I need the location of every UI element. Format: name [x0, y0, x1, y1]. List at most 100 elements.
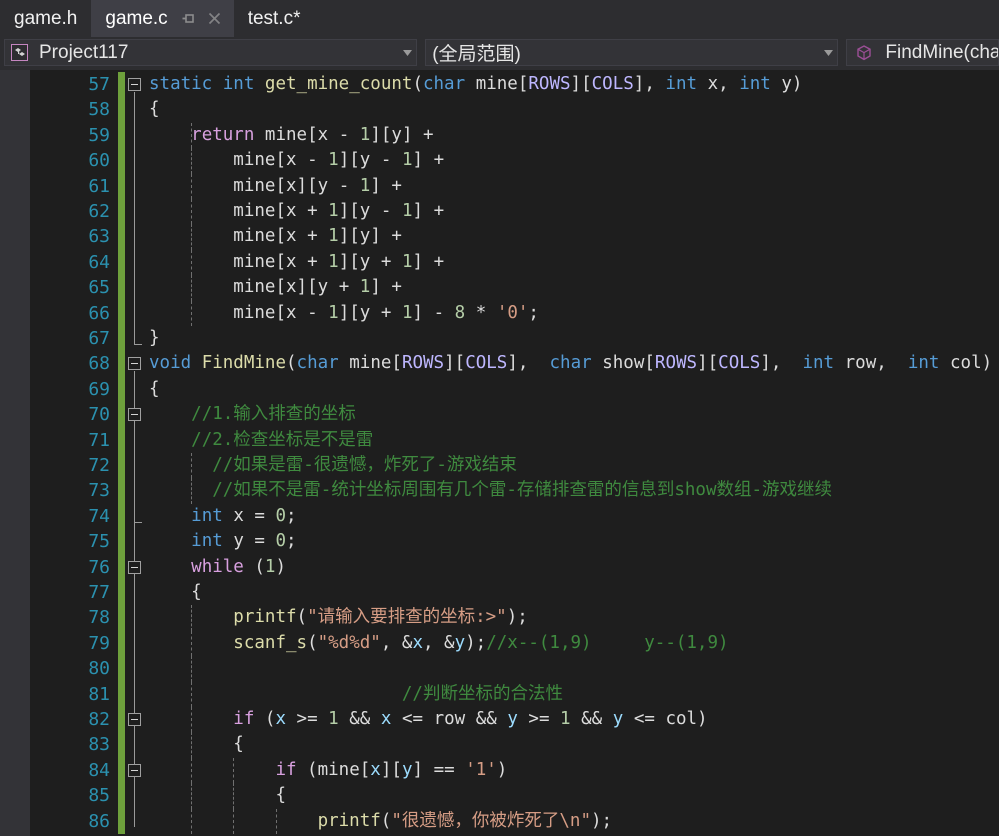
chevron-down-icon[interactable] — [398, 49, 416, 56]
project-dropdown[interactable]: Project117 — [4, 39, 418, 66]
code-token: ( — [412, 74, 423, 94]
code-token: - — [328, 124, 360, 145]
chevron-down-icon[interactable] — [819, 49, 837, 56]
code-line[interactable]: //如果是雷-很遗憾，炸死了-游戏结束 — [149, 453, 517, 478]
code-line[interactable]: scanf_s("%d%d", &x, &y);//x--(1,9) y--(1… — [149, 631, 728, 656]
code-token: ] — [380, 759, 392, 780]
code-line[interactable]: if (x >= 1 && x <= row && y >= 1 && y <=… — [149, 707, 707, 732]
code-line[interactable]: } — [149, 326, 160, 351]
code-token: //2.检查坐标是不是雷 — [191, 429, 374, 450]
code-line[interactable]: printf("请输入要排查的坐标:>"); — [149, 605, 528, 630]
indent-guide — [191, 275, 193, 301]
collapse-region-toggle[interactable] — [128, 560, 141, 574]
code-token: - — [370, 150, 402, 171]
change-bar-segment — [118, 478, 125, 504]
change-bar-segment — [118, 249, 125, 276]
collapse-region-toggle[interactable] — [128, 408, 141, 422]
code-token: x — [286, 277, 297, 298]
close-icon[interactable] — [207, 11, 222, 26]
code-token: '0' — [496, 302, 529, 323]
member-dropdown[interactable]: FindMine(cha — [846, 39, 999, 66]
code-token: int — [191, 505, 223, 526]
code-text-area[interactable]: static int get_mine_count(char mine[ROWS… — [149, 70, 999, 836]
collapse-region-toggle[interactable] — [128, 763, 141, 777]
code-token: "%d%d" — [317, 632, 381, 653]
code-line[interactable]: mine[x][y + 1] + — [149, 275, 413, 300]
code-token: && — [465, 709, 508, 729]
code-token: y — [317, 277, 329, 298]
code-token: mine — [233, 302, 276, 323]
code-token: + — [370, 302, 402, 323]
document-tab-game-h[interactable]: game.h — [0, 0, 92, 37]
code-token: ] — [633, 74, 645, 94]
code-line[interactable]: { — [149, 732, 244, 757]
visual-studio-editor-window: game.h game.c test.c* Project117 (全局范围) — [0, 0, 999, 836]
code-line[interactable]: //如果不是雷-统计坐标周围有几个雷-存储排查雷的信息到show数组-游戏继续 — [149, 478, 832, 503]
code-line[interactable]: mine[x - 1][y - 1] + — [149, 148, 455, 173]
code-token: + — [380, 175, 413, 196]
fold-region-line — [134, 422, 135, 522]
code-line[interactable]: { — [149, 377, 160, 402]
fold-region-line — [134, 777, 135, 827]
code-token: - — [370, 201, 402, 221]
code-line[interactable]: int x = 0; — [149, 504, 296, 529]
collapse-region-toggle[interactable] — [128, 713, 141, 726]
line-number: 73 — [88, 480, 110, 502]
code-token: ( — [254, 709, 276, 729]
code-token: y — [359, 251, 371, 272]
scope-dropdown[interactable]: (全局范围) — [425, 39, 839, 66]
code-folding-margin[interactable] — [125, 70, 149, 836]
code-line[interactable]: //2.检查坐标是不是雷 — [149, 428, 373, 453]
line-number: 60 — [88, 150, 110, 172]
code-token: 1 — [328, 709, 339, 729]
code-token: + — [412, 124, 445, 145]
code-token: 1 — [560, 709, 571, 729]
code-line[interactable]: while (1) — [149, 555, 286, 580]
code-line[interactable]: return mine[x - 1][y] + — [149, 123, 444, 148]
collapse-region-toggle[interactable] — [128, 357, 141, 371]
code-token: [ — [275, 226, 286, 247]
code-line[interactable]: if (mine[x][y] == '1') — [149, 758, 507, 783]
code-line[interactable]: { — [149, 783, 286, 808]
method-cube-icon — [855, 44, 873, 62]
document-tab-label: game.h — [14, 8, 78, 29]
code-token: 1 — [328, 150, 339, 171]
code-token: { — [149, 378, 160, 399]
code-line[interactable]: mine[x - 1][y + 1] - 8 * '0'; — [149, 301, 539, 326]
code-token: { — [233, 734, 244, 755]
collapse-region-toggle[interactable] — [128, 78, 141, 91]
indent-guide — [191, 173, 193, 199]
change-bar-segment — [118, 605, 125, 631]
change-bar-segment — [118, 808, 125, 834]
code-line[interactable]: mine[x + 1][y + 1] + — [149, 250, 455, 275]
code-token: int — [665, 74, 698, 94]
code-line[interactable]: //1.输入排查的坐标 — [149, 402, 356, 427]
code-token: [ — [391, 353, 402, 374]
code-line[interactable]: printf("很遗憾，你被炸死了\n"); — [149, 809, 613, 834]
code-token: ) — [496, 759, 508, 780]
code-line[interactable]: void FindMine(char mine[ROWS][COLS], cha… — [149, 351, 992, 376]
code-line[interactable]: mine[x][y - 1] + — [149, 174, 413, 199]
code-line[interactable]: mine[x + 1][y - 1] + — [149, 199, 455, 224]
code-token: - — [296, 302, 329, 323]
document-tab-test-c-[interactable]: test.c* — [233, 0, 315, 37]
code-editor[interactable]: 57 58 59 60 61 62 63 64 65 66 67 68 69 70 71 72 73 74 75 76… — [0, 70, 999, 836]
line-number: 77 — [88, 582, 110, 603]
code-token: ] — [401, 124, 413, 145]
code-token: //如果是雷-很遗憾，炸死了-游戏结束 — [212, 455, 517, 475]
code-line[interactable]: { — [149, 580, 202, 605]
code-line[interactable]: static int get_mine_count(char mine[ROWS… — [149, 72, 802, 97]
document-tab-game-c[interactable]: game.c — [91, 0, 234, 37]
code-token: [ — [380, 124, 392, 145]
pin-icon[interactable] — [182, 11, 197, 26]
code-line[interactable]: int y = 0; — [149, 529, 296, 554]
code-line[interactable]: { — [149, 97, 160, 122]
code-token: ] — [338, 251, 350, 272]
code-token: { — [149, 99, 160, 120]
code-line[interactable]: mine[x + 1][y] + — [149, 224, 413, 249]
code-line[interactable]: //判断坐标的合法性 — [149, 682, 563, 707]
